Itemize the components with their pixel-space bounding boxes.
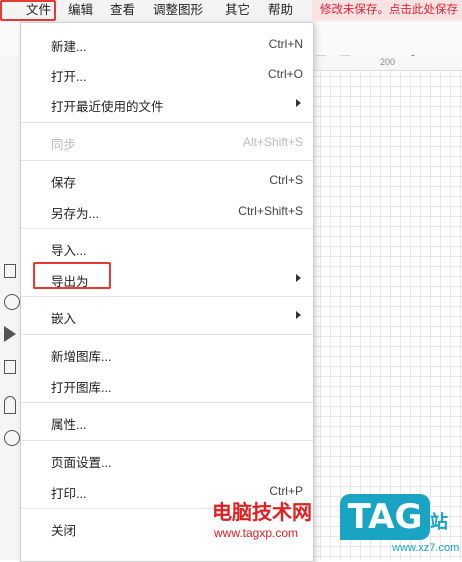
unsaved-changes-notice[interactable]: 修改未保存。点击此处保存: [312, 0, 462, 20]
menu-edit[interactable]: 编辑: [68, 2, 93, 18]
watermark-second-url: www.xz7.com: [392, 542, 460, 554]
tag-logo-suffix: 站: [430, 512, 448, 532]
menu-separator: [21, 228, 313, 229]
menu-view[interactable]: 查看: [110, 2, 135, 18]
menu-help[interactable]: 帮助: [268, 2, 293, 18]
circle-shape-icon[interactable]: [4, 294, 20, 310]
triangle-shape-icon[interactable]: [4, 326, 16, 342]
file-menu-highlight-frame: [0, 0, 56, 21]
watermark-site-name: 电脑技术网: [212, 502, 312, 524]
menu-item-label: 打印...: [51, 487, 87, 501]
menu-item-shortcut: Ctrl+Shift+S: [238, 204, 303, 218]
menu-item-label: 另存为...: [51, 207, 99, 221]
ruler: 200: [310, 56, 462, 71]
menu-separator: [21, 334, 313, 335]
menu-item-label: 打开...: [51, 70, 87, 84]
menu-item-label: 属性...: [51, 418, 87, 432]
shapes-panel: [0, 56, 21, 560]
menu-separator: [21, 440, 313, 441]
export-highlight-frame: [33, 262, 111, 289]
submenu-arrow-icon: [296, 274, 301, 282]
menu-item-embed[interactable]: 嵌入: [21, 303, 313, 327]
menu-item-label: 嵌入: [51, 312, 77, 326]
menu-item-label: 新建...: [51, 40, 87, 54]
menu-item-label: 打开最近使用的文件: [51, 100, 164, 114]
menu-separator: [21, 402, 313, 403]
watermark-site-url: www.tagxp.com: [214, 526, 299, 540]
menu-item-label: 同步: [51, 138, 77, 152]
menu-item-save[interactable]: 保存 Ctrl+S: [21, 167, 313, 191]
menu-item-new-library[interactable]: 新增图库...: [21, 341, 313, 365]
menu-item-open-library[interactable]: 打开图库...: [21, 372, 313, 396]
menu-item-import[interactable]: 导入...: [21, 235, 313, 259]
menu-item-save-as[interactable]: 另存为... Ctrl+Shift+S: [21, 198, 313, 222]
menu-item-label: 新增图库...: [51, 350, 112, 364]
menu-item-shortcut: Ctrl+O: [267, 67, 303, 81]
menu-item-properties[interactable]: 属性...: [21, 409, 313, 433]
menu-item-sync: 同步 Alt+Shift+S: [21, 129, 313, 153]
menu-item-open[interactable]: 打开... Ctrl+O: [21, 61, 313, 85]
menu-extras[interactable]: 其它: [225, 2, 250, 18]
menu-item-new[interactable]: 新建... Ctrl+N: [21, 31, 313, 55]
menu-separator: [21, 160, 313, 161]
rectangle-shape-icon[interactable]: [4, 264, 16, 278]
tag-logo: TAG: [340, 494, 430, 540]
ruler-mark: 200: [380, 57, 396, 67]
menu-bar: 文件 编辑 查看 调整图形 其它 帮助 修改未保存。点击此处保存: [0, 0, 462, 23]
menu-item-shortcut: Ctrl+S: [269, 173, 303, 187]
menu-item-label: 打开图库...: [51, 381, 112, 395]
submenu-arrow-icon: [296, 311, 301, 319]
menu-item-label: 页面设置...: [51, 456, 112, 470]
menu-separator: [21, 296, 313, 297]
drawing-canvas[interactable]: [310, 56, 462, 560]
menu-item-shortcut: Ctrl+N: [268, 37, 303, 51]
menu-separator: [21, 122, 313, 123]
menu-item-shortcut: Alt+Shift+S: [242, 135, 303, 149]
menu-item-open-recent[interactable]: 打开最近使用的文件: [21, 91, 313, 115]
menu-item-label: 保存: [51, 176, 77, 190]
menu-item-label: 导入...: [51, 244, 87, 258]
menu-item-page-setup[interactable]: 页面设置...: [21, 447, 313, 471]
ellipse-shape-icon[interactable]: [4, 430, 20, 446]
menu-item-label: 关闭: [51, 524, 77, 538]
cube-shape-icon[interactable]: [4, 360, 16, 374]
menu-arrange[interactable]: 调整图形: [153, 2, 203, 18]
submenu-arrow-icon: [296, 99, 301, 107]
pentagon-shape-icon[interactable]: [4, 396, 16, 414]
file-dropdown-menu: 新建... Ctrl+N 打开... Ctrl+O 打开最近使用的文件 同步 A…: [20, 22, 314, 562]
